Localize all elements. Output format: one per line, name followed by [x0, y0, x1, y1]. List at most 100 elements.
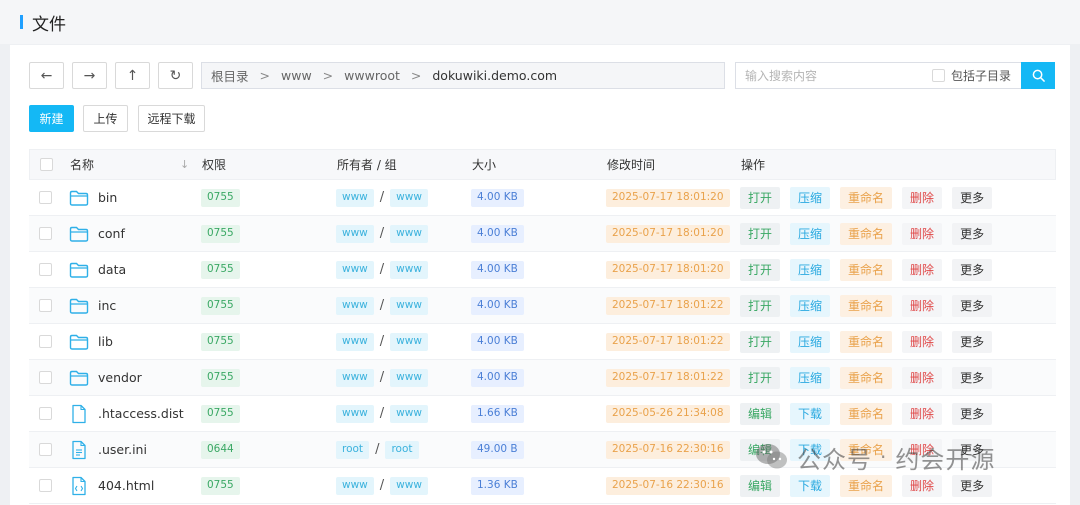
compress-button[interactable]: 压缩	[790, 294, 831, 317]
owner-badge[interactable]: www	[336, 332, 374, 351]
permission-badge[interactable]: 0755	[201, 260, 240, 279]
rename-button[interactable]: 重命名	[840, 222, 893, 245]
owner-badge[interactable]: www	[336, 260, 374, 279]
permission-badge[interactable]: 0755	[201, 404, 240, 423]
group-badge[interactable]: www	[390, 476, 428, 495]
edit-button[interactable]: 编辑	[740, 474, 781, 497]
permission-badge[interactable]: 0755	[201, 332, 240, 351]
row-checkbox[interactable]	[39, 227, 52, 240]
back-button[interactable]: ←	[29, 62, 64, 89]
refresh-button[interactable]: ↻	[158, 62, 193, 89]
table-row[interactable]: conf 0755 www / www 4.00 KB 2025-07-17 18:01:2…	[29, 216, 1056, 252]
permission-badge[interactable]: 0644	[201, 440, 240, 459]
more-button[interactable]: 更多	[952, 366, 993, 389]
breadcrumb-item[interactable]: 根目录	[211, 66, 249, 85]
new-button[interactable]: 新建	[29, 105, 74, 132]
search-input[interactable]	[736, 63, 916, 88]
file-name[interactable]: .htaccess.dist	[98, 406, 184, 421]
breadcrumb-item[interactable]: www	[281, 68, 312, 83]
row-checkbox[interactable]	[39, 299, 52, 312]
rename-button[interactable]: 重命名	[840, 258, 893, 281]
more-button[interactable]: 更多	[952, 474, 993, 497]
compress-button[interactable]: 压缩	[790, 330, 831, 353]
file-name[interactable]: conf	[98, 226, 125, 241]
up-directory-button[interactable]: ↑	[115, 62, 150, 89]
open-button[interactable]: 打开	[740, 258, 781, 281]
table-row[interactable]: bin 0755 www / www 4.00 KB 2025-07-17 18:01:20…	[29, 180, 1056, 216]
select-all-checkbox[interactable]	[40, 158, 53, 171]
permission-badge[interactable]: 0755	[201, 368, 240, 387]
delete-button[interactable]: 删除	[902, 474, 943, 497]
owner-badge[interactable]: root	[336, 440, 370, 459]
file-name[interactable]: vendor	[98, 370, 142, 385]
table-row[interactable]: inc 0755 www / www 4.00 KB 2025-07-17 18:01:22…	[29, 288, 1056, 324]
rename-button[interactable]: 重命名	[840, 474, 893, 497]
more-button[interactable]: 更多	[952, 402, 993, 425]
delete-button[interactable]: 删除	[902, 294, 943, 317]
row-checkbox[interactable]	[39, 407, 52, 420]
owner-badge[interactable]: www	[336, 476, 374, 495]
owner-badge[interactable]: www	[336, 188, 374, 207]
edit-button[interactable]: 编辑	[740, 402, 781, 425]
compress-button[interactable]: 压缩	[790, 258, 831, 281]
group-badge[interactable]: www	[390, 332, 428, 351]
more-button[interactable]: 更多	[952, 186, 993, 209]
file-name[interactable]: inc	[98, 298, 116, 313]
compress-button[interactable]: 压缩	[790, 366, 831, 389]
breadcrumb-item[interactable]: dokuwiki.demo.com	[432, 68, 557, 83]
table-row[interactable]: lib 0755 www / www 4.00 KB 2025-07-17 18:01:22…	[29, 324, 1056, 360]
table-row[interactable]: data 0755 www / www 4.00 KB 2025-07-17 18:01:2…	[29, 252, 1056, 288]
delete-button[interactable]: 删除	[902, 222, 943, 245]
open-button[interactable]: 打开	[740, 330, 781, 353]
breadcrumb-item[interactable]: wwwroot	[344, 68, 400, 83]
rename-button[interactable]: 重命名	[840, 366, 893, 389]
permission-badge[interactable]: 0755	[201, 476, 240, 495]
include-subdirs-checkbox[interactable]: 包括子目录	[932, 67, 1011, 84]
forward-button[interactable]: →	[72, 62, 107, 89]
header-name[interactable]: 名称	[70, 150, 94, 179]
group-badge[interactable]: www	[390, 368, 428, 387]
more-button[interactable]: 更多	[952, 258, 993, 281]
file-name[interactable]: 404.html	[98, 478, 154, 493]
delete-button[interactable]: 删除	[902, 330, 943, 353]
rename-button[interactable]: 重命名	[840, 294, 893, 317]
sort-arrow-icon[interactable]: ↓	[180, 150, 189, 179]
group-badge[interactable]: root	[385, 440, 419, 459]
row-checkbox[interactable]	[39, 335, 52, 348]
owner-badge[interactable]: www	[336, 404, 374, 423]
file-name[interactable]: data	[98, 262, 126, 277]
more-button[interactable]: 更多	[952, 222, 993, 245]
open-button[interactable]: 打开	[740, 294, 781, 317]
group-badge[interactable]: www	[390, 404, 428, 423]
download-button[interactable]: 下载	[790, 474, 831, 497]
open-button[interactable]: 打开	[740, 222, 781, 245]
group-badge[interactable]: www	[390, 224, 428, 243]
row-checkbox[interactable]	[39, 263, 52, 276]
file-name[interactable]: bin	[98, 190, 117, 205]
row-checkbox[interactable]	[39, 443, 52, 456]
file-name[interactable]: .user.ini	[98, 442, 147, 457]
owner-badge[interactable]: www	[336, 224, 374, 243]
breadcrumb[interactable]: 根目录 > www > wwwroot > dokuwiki.demo.com	[201, 62, 725, 89]
row-checkbox[interactable]	[39, 191, 52, 204]
row-checkbox[interactable]	[39, 371, 52, 384]
permission-badge[interactable]: 0755	[201, 188, 240, 207]
rename-button[interactable]: 重命名	[840, 330, 893, 353]
group-badge[interactable]: www	[390, 296, 428, 315]
more-button[interactable]: 更多	[952, 330, 993, 353]
compress-button[interactable]: 压缩	[790, 222, 831, 245]
file-name[interactable]: lib	[98, 334, 113, 349]
owner-badge[interactable]: www	[336, 368, 374, 387]
group-badge[interactable]: www	[390, 260, 428, 279]
table-row[interactable]: .htaccess.dist 0755 www / www 1.66 KB 2025-05-…	[29, 396, 1056, 432]
row-checkbox[interactable]	[39, 479, 52, 492]
rename-button[interactable]: 重命名	[840, 186, 893, 209]
compress-button[interactable]: 压缩	[790, 186, 831, 209]
include-subdirs-box[interactable]	[932, 69, 945, 82]
upload-button[interactable]: 上传	[83, 105, 128, 132]
group-badge[interactable]: www	[390, 188, 428, 207]
table-row[interactable]: vendor 0755 www / www 4.00 KB 2025-07-17 18:01…	[29, 360, 1056, 396]
remote-download-button[interactable]: 远程下载	[138, 105, 205, 132]
download-button[interactable]: 下载	[790, 402, 831, 425]
permission-badge[interactable]: 0755	[201, 224, 240, 243]
